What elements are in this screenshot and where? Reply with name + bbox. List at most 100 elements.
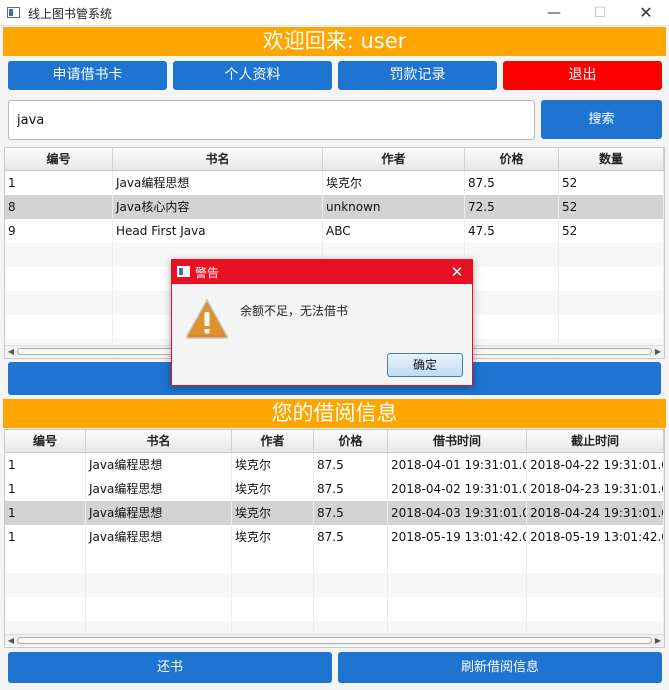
table-cell: 87.5 — [314, 477, 388, 501]
table-cell — [465, 291, 559, 315]
table-cell — [559, 315, 664, 339]
table-cell — [5, 291, 113, 315]
dialog-title-bar: 警告 ✕ — [172, 260, 472, 284]
table-cell — [5, 315, 113, 339]
table-cell: 52 — [559, 171, 664, 195]
table-cell — [5, 267, 113, 291]
table-cell — [5, 597, 86, 621]
scroll-right-icon[interactable]: ▶ — [652, 635, 664, 646]
table-cell: 87.5 — [465, 171, 559, 195]
table-cell: 1 — [5, 171, 113, 195]
table-cell: 2018-04-24 19:31:01.0 — [527, 501, 664, 525]
books-table-header: 编号 书名 作者 价格 数量 — [5, 148, 664, 171]
table-row[interactable]: 1 Java编程思想 埃克尔 87.5 52 — [5, 171, 664, 195]
table-cell — [232, 573, 314, 597]
scroll-left-icon[interactable]: ◀ — [5, 635, 17, 646]
table-row[interactable]: 1 Java编程思想 埃克尔 87.5 2018-05-19 13:01:42.0 201… — [5, 525, 664, 549]
warning-icon — [185, 298, 229, 339]
table-cell — [86, 573, 232, 597]
table-cell — [5, 573, 86, 597]
table-cell: 1 — [5, 477, 86, 501]
minimize-button[interactable]: — — [531, 0, 577, 26]
table-cell: 1 — [5, 501, 86, 525]
table-cell — [232, 549, 314, 573]
fine-records-button[interactable]: 罚款记录 — [338, 61, 497, 90]
dialog-app-icon — [177, 266, 190, 277]
table-cell: Java编程思想 — [86, 477, 232, 501]
column-header[interactable]: 编号 — [5, 430, 86, 453]
table-cell — [559, 267, 664, 291]
table-cell — [465, 267, 559, 291]
table-cell: 2018-04-01 19:31:01.0 — [388, 453, 527, 477]
table-cell: 埃克尔 — [232, 525, 314, 549]
table-cell — [559, 243, 664, 267]
table-cell: 72.5 — [465, 195, 559, 219]
column-header[interactable]: 作者 — [232, 430, 314, 453]
table-cell: 埃克尔 — [232, 501, 314, 525]
window-title: 线上图书管系统 — [28, 7, 113, 21]
close-button[interactable]: ✕ — [623, 0, 669, 26]
refresh-borrow-button[interactable]: 刷新借阅信息 — [338, 652, 662, 683]
table-row[interactable]: 9 Head First Java ABC 47.5 52 — [5, 219, 664, 243]
logout-button[interactable]: 退出 — [503, 61, 662, 90]
column-header[interactable]: 数量 — [559, 148, 664, 171]
empty-row[interactable] — [5, 549, 664, 573]
warning-dialog: 警告 ✕ 余额不足，无法借书 确定 — [171, 259, 473, 386]
table-row[interactable]: 1 Java编程思想 埃克尔 87.5 2018-04-03 19:31:01.0 201… — [5, 501, 664, 525]
table-cell: 1 — [5, 525, 86, 549]
table-cell — [5, 549, 86, 573]
column-header[interactable]: 借书时间 — [388, 430, 527, 453]
borrowed-horizontal-scrollbar[interactable]: ◀ ▶ — [5, 634, 664, 646]
table-cell: 87.5 — [314, 501, 388, 525]
empty-row[interactable] — [5, 573, 664, 597]
search-input[interactable] — [8, 100, 535, 140]
column-header[interactable]: 截止时间 — [527, 430, 664, 453]
column-header[interactable]: 书名 — [113, 148, 323, 171]
search-button[interactable]: 搜索 — [541, 100, 662, 139]
dialog-title: 警告 — [195, 266, 220, 280]
table-cell: 埃克尔 — [323, 171, 465, 195]
table-cell: Java编程思想 — [113, 171, 323, 195]
table-cell: 52 — [559, 195, 664, 219]
table-cell: Java编程思想 — [86, 525, 232, 549]
maximize-button[interactable]: ☐ — [577, 0, 623, 26]
app-window: 线上图书管系统 — ☐ ✕ 欢迎回来: user 申请借书卡 个人资料 罚款记录… — [0, 0, 669, 690]
table-cell: 1 — [5, 453, 86, 477]
table-cell: 8 — [5, 195, 113, 219]
table-row[interactable]: 1 Java编程思想 埃克尔 87.5 2018-04-01 19:31:01.0 201… — [5, 453, 664, 477]
table-cell — [527, 597, 664, 621]
table-cell: 2018-04-22 19:31:01.0 — [527, 453, 664, 477]
dialog-message: 余额不足，无法借书 — [240, 304, 349, 318]
title-bar: 线上图书管系统 — ☐ ✕ — [0, 0, 669, 26]
borrowed-table[interactable]: 编号 书名 作者 价格 借书时间 截止时间 1 Java编程思想 埃克尔 87.5 2018-04… — [4, 429, 665, 648]
dialog-ok-button[interactable]: 确定 — [387, 353, 463, 377]
table-cell: unknown — [323, 195, 465, 219]
column-header[interactable]: 书名 — [86, 430, 232, 453]
column-header[interactable]: 价格 — [465, 148, 559, 171]
table-cell — [388, 597, 527, 621]
dialog-close-icon[interactable]: ✕ — [442, 260, 472, 284]
table-cell: 87.5 — [314, 453, 388, 477]
table-cell: ABC — [323, 219, 465, 243]
column-header[interactable]: 价格 — [314, 430, 388, 453]
borrow-info-banner: 您的借阅信息 — [3, 399, 666, 428]
scroll-thumb[interactable] — [17, 637, 652, 644]
table-cell: 埃克尔 — [232, 453, 314, 477]
table-cell — [465, 315, 559, 339]
borrowed-table-header: 编号 书名 作者 价格 借书时间 截止时间 — [5, 430, 664, 453]
column-header[interactable]: 编号 — [5, 148, 113, 171]
apply-card-button[interactable]: 申请借书卡 — [8, 61, 167, 90]
empty-row[interactable] — [5, 597, 664, 621]
column-header[interactable]: 作者 — [323, 148, 465, 171]
table-cell — [86, 549, 232, 573]
table-cell — [527, 573, 664, 597]
table-row[interactable]: 8 Java核心内容 unknown 72.5 52 — [5, 195, 664, 219]
scroll-left-icon[interactable]: ◀ — [5, 346, 17, 357]
table-cell: 2018-05-19 13:01:42.0 — [527, 525, 664, 549]
profile-button[interactable]: 个人资料 — [173, 61, 332, 90]
return-book-button[interactable]: 还书 — [8, 652, 332, 683]
table-row[interactable]: 1 Java编程思想 埃克尔 87.5 2018-04-02 19:31:01.0 201… — [5, 477, 664, 501]
table-cell: 2018-04-02 19:31:01.0 — [388, 477, 527, 501]
table-cell: Head First Java — [113, 219, 323, 243]
scroll-right-icon[interactable]: ▶ — [652, 346, 664, 357]
